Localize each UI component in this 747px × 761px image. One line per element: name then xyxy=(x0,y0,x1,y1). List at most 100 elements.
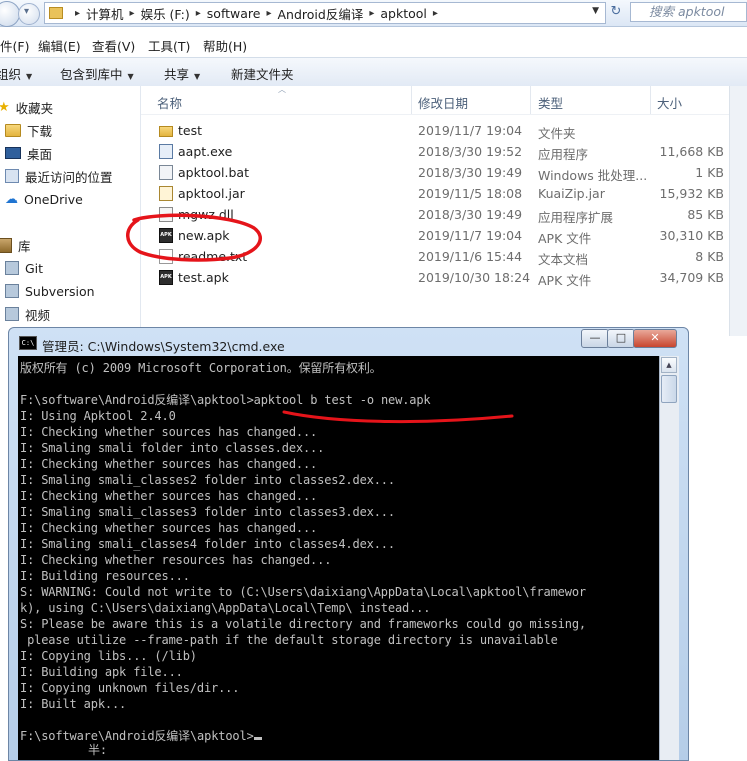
console-line: 版权所有 (c) 2009 Microsoft Corporation。保留所有… xyxy=(20,361,382,375)
menu-edit[interactable]: 编辑(E) xyxy=(38,36,81,55)
file-date: 2019/11/7 19:04 xyxy=(418,123,523,138)
nav-libraries[interactable]: 库 xyxy=(0,235,31,255)
window-title: 管理员: C:\Windows\System32\cmd.exe xyxy=(42,339,285,354)
column-header-size[interactable]: 大小 xyxy=(657,93,682,112)
chevron-down-icon: ▼ xyxy=(127,72,134,81)
file-row[interactable]: APK new.apk 2019/11/7 19:04 APK 文件 30,31… xyxy=(141,225,747,246)
organize-button[interactable]: 组织 ▼ xyxy=(0,64,32,83)
cmd-titlebar[interactable]: C:\ 管理员: C:\Windows\System32\cmd.exe — □… xyxy=(9,328,688,356)
bat-icon xyxy=(159,165,173,180)
menu-bar: 件(F) 编辑(E) 查看(V) 工具(T) 帮助(H) xyxy=(0,33,747,55)
desktop-icon xyxy=(5,147,21,159)
column-header-date[interactable]: 修改日期 xyxy=(418,93,468,112)
menu-help[interactable]: 帮助(H) xyxy=(203,36,247,55)
file-row[interactable]: readme.txt 2019/11/6 15:44 文本文档 8 KB xyxy=(141,246,747,267)
chevron-down-icon: ▾ xyxy=(24,6,30,17)
file-name: mgwz.dll xyxy=(178,207,234,222)
console-line: k), using C:\Users\daixiang\AppData\Loca… xyxy=(20,601,431,615)
dll-icon xyxy=(159,207,173,222)
file-row[interactable]: test 2019/11/7 19:04 文件夹 xyxy=(141,120,747,141)
file-name: test.apk xyxy=(178,270,229,285)
nav-desktop[interactable]: 桌面 xyxy=(5,143,52,163)
folder-icon xyxy=(5,284,19,298)
forward-button[interactable]: ▾ xyxy=(18,3,40,25)
column-header-type[interactable]: 类型 xyxy=(538,93,563,112)
menu-tools[interactable]: 工具(T) xyxy=(148,36,190,55)
cloud-icon: ☁ xyxy=(5,191,18,207)
folder-icon xyxy=(5,123,21,137)
back-button[interactable] xyxy=(0,1,20,27)
refresh-icon[interactable]: ↻ xyxy=(608,3,624,21)
menu-file[interactable]: 件(F) xyxy=(0,36,29,55)
folder-icon xyxy=(49,7,63,19)
console-line: S: WARNING: Could not write to (C:\Users… xyxy=(20,585,586,599)
address-bar[interactable]: ▸ 计算机 ▸ 娱乐 (F:) ▸ software ▸ Android反编译 … xyxy=(44,2,606,24)
console-scrollbar[interactable]: ▲ xyxy=(659,356,679,760)
nav-onedrive[interactable]: ☁ OneDrive xyxy=(5,189,83,209)
breadcrumb-software[interactable]: software xyxy=(207,6,261,21)
file-type: KuaiZip.jar xyxy=(538,186,605,201)
file-row[interactable]: apktool.bat 2018/3/30 19:49 Windows 批处理.… xyxy=(141,162,747,183)
file-size: 34,709 KB xyxy=(659,270,724,285)
console-line: I: Using Apktool 2.4.0 xyxy=(20,409,176,423)
prompt-text: F:\software\Android反编译\apktool> xyxy=(20,729,254,743)
close-button[interactable]: ✕ xyxy=(633,329,677,348)
cmd-window: C:\ 管理员: C:\Windows\System32\cmd.exe — □… xyxy=(8,327,689,761)
file-date: 2018/3/30 19:49 xyxy=(418,165,523,180)
file-type: 应用程序 xyxy=(538,147,589,162)
file-date: 2019/11/7 19:04 xyxy=(418,228,523,243)
minimize-button[interactable]: — xyxy=(581,329,609,348)
library-icon xyxy=(0,237,12,253)
console-line: I: Checking whether sources has changed.… xyxy=(20,489,318,503)
nav-favorites[interactable]: ★ 收藏夹 xyxy=(0,97,53,117)
file-row[interactable]: apktool.jar 2019/11/5 18:08 KuaiZip.jar … xyxy=(141,183,747,204)
chevron-down-icon: ▼ xyxy=(194,72,201,81)
jar-icon xyxy=(159,186,173,201)
file-row[interactable]: mgwz.dll 2018/3/30 19:49 应用程序扩展 85 KB xyxy=(141,204,747,225)
scroll-thumb[interactable] xyxy=(661,375,677,403)
include-in-library-button[interactable]: 包含到库中 ▼ xyxy=(60,64,134,83)
breadcrumb-computer[interactable]: 计算机 xyxy=(86,4,124,23)
console-line: I: Checking whether sources has changed.… xyxy=(20,425,318,439)
chevron-down-icon[interactable]: ▼ xyxy=(592,6,599,16)
chevron-right-icon: ▸ xyxy=(266,7,272,19)
file-row[interactable]: aapt.exe 2018/3/30 19:52 应用程序 11,668 KB xyxy=(141,141,747,162)
star-icon: ★ xyxy=(0,99,10,115)
file-type: APK 文件 xyxy=(538,231,592,246)
file-list-scrollbar[interactable] xyxy=(729,86,747,336)
chevron-right-icon: ▸ xyxy=(369,7,375,19)
file-row[interactable]: APK test.apk 2019/10/30 18:24 APK 文件 34,… xyxy=(141,267,747,288)
folder-icon xyxy=(5,261,19,275)
recent-places-icon xyxy=(5,169,19,183)
file-type: 文本文档 xyxy=(538,252,589,267)
column-divider[interactable] xyxy=(411,86,412,114)
console-line: I: Copying unknown files/dir... xyxy=(20,681,240,695)
breadcrumb-drive[interactable]: 娱乐 (F:) xyxy=(141,4,190,23)
column-divider[interactable] xyxy=(650,86,651,114)
nav-git[interactable]: Git xyxy=(5,258,43,278)
menu-view[interactable]: 查看(V) xyxy=(92,36,135,55)
folder-icon xyxy=(159,126,173,137)
nav-subversion[interactable]: Subversion xyxy=(5,281,95,301)
chevron-right-icon: ▸ xyxy=(129,7,135,19)
share-button[interactable]: 共享 ▼ xyxy=(164,64,200,83)
apk-icon: APK xyxy=(159,228,173,243)
console-output[interactable]: 版权所有 (c) 2009 Microsoft Corporation。保留所有… xyxy=(18,356,659,760)
maximize-button[interactable]: □ xyxy=(607,329,635,348)
console-line: I: Smaling smali_classes4 folder into cl… xyxy=(20,537,395,551)
file-name: aapt.exe xyxy=(178,144,233,159)
column-header-name[interactable]: 名称 xyxy=(157,93,182,112)
search-input[interactable]: 搜索 apktool xyxy=(630,2,747,22)
console-line: please utilize --frame-path if the defau… xyxy=(20,633,558,647)
nav-downloads[interactable]: 下载 xyxy=(5,120,52,140)
file-date: 2018/3/30 19:49 xyxy=(418,207,523,222)
nav-videos[interactable]: 视频 xyxy=(5,304,50,324)
nav-recent-places[interactable]: 最近访问的位置 xyxy=(5,166,113,186)
apk-icon: APK xyxy=(159,270,173,285)
column-divider[interactable] xyxy=(530,86,531,114)
new-folder-button[interactable]: 新建文件夹 xyxy=(231,64,294,83)
breadcrumb-apktool[interactable]: apktool xyxy=(380,6,427,21)
prompt-line: F:\software\Android反编译\apktool> xyxy=(20,728,262,744)
breadcrumb-android[interactable]: Android反编译 xyxy=(278,4,364,23)
scroll-up-button[interactable]: ▲ xyxy=(661,357,677,373)
